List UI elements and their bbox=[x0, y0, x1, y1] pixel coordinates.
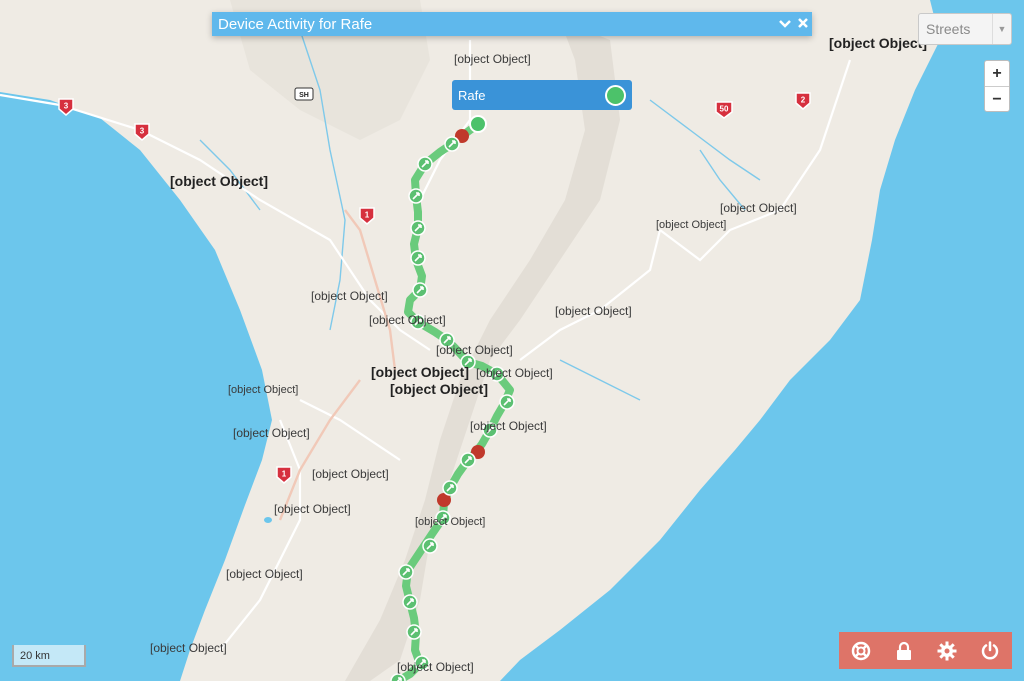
place-himatangi-beach: [object Object] bbox=[228, 384, 298, 396]
place-shannon: [object Object] bbox=[312, 467, 389, 481]
place-whanganui: [object Object] bbox=[170, 173, 268, 189]
close-icon[interactable] bbox=[794, 16, 812, 32]
chevron-down-icon[interactable] bbox=[776, 16, 794, 32]
place-foxton-beach: [object Object] bbox=[233, 426, 310, 440]
svg-text:50: 50 bbox=[720, 105, 729, 114]
place-bulls: [object Object] bbox=[311, 289, 388, 303]
place-levin: [object Object] bbox=[274, 502, 351, 516]
place-takapau: [object Object] bbox=[656, 219, 726, 231]
lock-icon bbox=[896, 641, 911, 660]
place-palmerston: [object Object] bbox=[371, 364, 469, 380]
svg-text:3: 3 bbox=[140, 127, 145, 136]
lifebuoy-icon bbox=[851, 641, 870, 660]
status-dot-icon bbox=[605, 84, 626, 106]
place-taihape: [object Object] bbox=[454, 52, 531, 66]
settings-button[interactable] bbox=[932, 636, 962, 666]
place-masterton: [object Object] bbox=[397, 660, 474, 674]
svg-text:2: 2 bbox=[801, 96, 806, 105]
zoom-in-button[interactable]: + bbox=[985, 61, 1009, 87]
place-paraparaumu: [object Object] bbox=[150, 641, 227, 655]
place-feilding: [object Object] bbox=[369, 313, 446, 327]
place-pahiatua: [object Object] bbox=[470, 419, 547, 433]
place-hastings: [object Object] bbox=[829, 35, 927, 51]
svg-text:1: 1 bbox=[282, 470, 287, 479]
zoom-control: + − bbox=[984, 60, 1010, 112]
zoom-out-button[interactable]: − bbox=[985, 87, 1009, 112]
power-icon bbox=[982, 640, 999, 659]
panel-title: Device Activity for Rafe bbox=[218, 15, 373, 33]
help-button[interactable] bbox=[846, 636, 876, 666]
lake bbox=[264, 517, 272, 523]
svg-text:SH: SH bbox=[299, 92, 309, 99]
svg-text:1: 1 bbox=[365, 211, 370, 220]
gear-icon bbox=[937, 641, 957, 660]
device-name: Rafe bbox=[458, 87, 486, 103]
scale-bar: 20 km bbox=[12, 645, 86, 667]
place-waipukurau: [object Object] bbox=[720, 201, 797, 215]
dropdown-arrow-icon: ▼ bbox=[992, 14, 1011, 44]
svg-text:3: 3 bbox=[64, 102, 69, 111]
basemap-select[interactable]: Streets ▼ bbox=[918, 13, 1012, 45]
place-palmerston-north: [object Object] bbox=[390, 381, 488, 397]
place-ashhurst: [object Object] bbox=[436, 343, 513, 357]
shield-sh: SH bbox=[294, 87, 314, 101]
device-popup[interactable]: Rafe bbox=[452, 80, 632, 110]
place-woodville: [object Object] bbox=[476, 366, 553, 380]
lock-button[interactable] bbox=[889, 636, 919, 666]
power-button[interactable] bbox=[975, 636, 1005, 666]
place-eketahuna: [object Object] bbox=[415, 516, 485, 528]
device-location-marker bbox=[469, 115, 487, 133]
place-dannevirke: [object Object] bbox=[555, 304, 632, 318]
basemap-selected: Streets bbox=[926, 21, 971, 37]
place-otaki: [object Object] bbox=[226, 567, 303, 581]
device-activity-panel: Device Activity for Rafe bbox=[212, 12, 812, 36]
bottom-toolbar bbox=[839, 632, 1012, 669]
